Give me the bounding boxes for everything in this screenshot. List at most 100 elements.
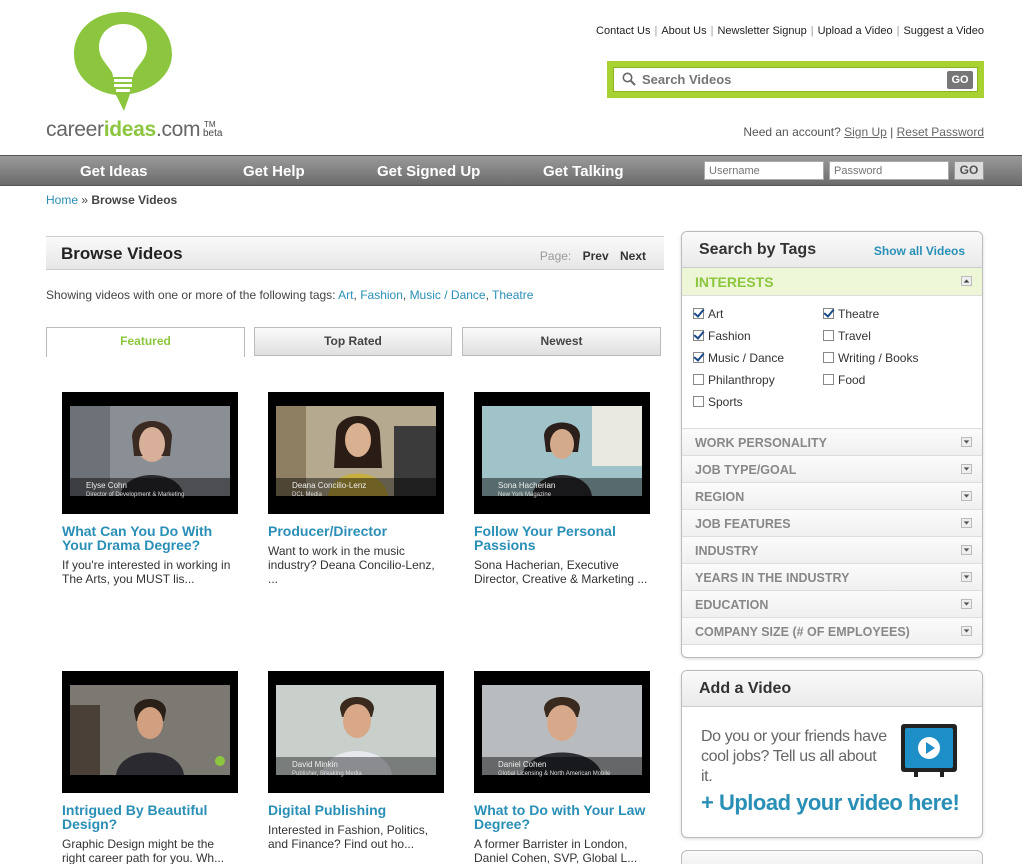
tab-newest[interactable]: Newest: [462, 327, 661, 356]
category-region[interactable]: REGION: [682, 483, 982, 510]
category-work-personality[interactable]: WORK PERSONALITY: [682, 429, 982, 456]
category-education[interactable]: EDUCATION: [682, 591, 982, 618]
video-thumbnail[interactable]: [62, 671, 238, 793]
checkbox-travel[interactable]: Travel: [823, 329, 871, 343]
checkbox-sports[interactable]: Sports: [693, 395, 743, 409]
breadcrumb-home[interactable]: Home: [46, 193, 78, 207]
login-go-button[interactable]: GO: [954, 161, 984, 180]
page-title: Browse Videos: [61, 244, 183, 263]
video-description: Interested in Fashion, Politics, and Fin…: [268, 823, 429, 851]
show-all-videos-link[interactable]: Show all Videos: [874, 244, 965, 258]
newsletter-signup-link[interactable]: Newsletter Signup: [717, 25, 806, 37]
checkbox-checked-icon[interactable]: [823, 308, 834, 319]
add-video-header: Add a Video: [682, 671, 982, 707]
video-card[interactable]: Deana Concilio-Lenz DCL Media Producer/D…: [268, 392, 444, 586]
video-title[interactable]: Intrigued By Beautiful Design?: [62, 803, 238, 831]
video-thumbnail[interactable]: Daniel Cohen Global Licensing & North Am…: [474, 671, 650, 793]
search-input[interactable]: [620, 68, 950, 91]
category-company-size[interactable]: COMPANY SIZE (# OF EMPLOYEES): [682, 618, 982, 645]
checkbox-philanthropy[interactable]: Philanthropy: [693, 373, 775, 387]
expand-arrow-icon[interactable]: [961, 572, 972, 582]
checkbox-unchecked-icon[interactable]: [693, 396, 704, 407]
nav-get-talking[interactable]: Get Talking: [543, 163, 624, 180]
video-card[interactable]: David Minkin Publisher, Breaking Media D…: [268, 671, 444, 851]
checkbox-art[interactable]: Art: [693, 307, 723, 321]
category-label: YEARS IN THE INDUSTRY: [695, 571, 850, 585]
expand-arrow-icon[interactable]: [961, 626, 972, 636]
checkbox-unchecked-icon[interactable]: [823, 352, 834, 363]
username-field[interactable]: [704, 161, 824, 180]
expand-arrow-icon[interactable]: [961, 518, 972, 528]
active-tag-music-dance[interactable]: Music / Dance: [410, 288, 486, 302]
video-thumbnail[interactable]: Deana Concilio-Lenz DCL Media: [268, 392, 444, 514]
lightbulb-logo-icon[interactable]: [72, 10, 174, 112]
checkbox-fashion[interactable]: Fashion: [693, 329, 751, 343]
main-nav: Get Ideas Get Help Get Signed Up Get Tal…: [0, 155, 1022, 186]
video-card[interactable]: Intrigued By Beautiful Design? Graphic D…: [62, 671, 238, 864]
category-label: JOB FEATURES: [695, 517, 791, 531]
checkbox-unchecked-icon[interactable]: [693, 374, 704, 385]
video-person-name: Deana Concilio-Lenz: [292, 481, 367, 490]
video-title[interactable]: Follow Your Personal Passions: [474, 524, 650, 552]
video-thumbnail[interactable]: David Minkin Publisher, Breaking Media: [268, 671, 444, 793]
contact-us-link[interactable]: Contact Us: [596, 25, 650, 37]
sign-up-link[interactable]: Sign Up: [844, 125, 887, 139]
add-video-title: Add a Video: [699, 680, 792, 697]
category-label: EDUCATION: [695, 598, 769, 612]
active-tag-art[interactable]: Art: [338, 288, 353, 302]
video-title[interactable]: What to Do with Your Law Degree?: [474, 803, 650, 831]
checkbox-checked-icon[interactable]: [693, 330, 704, 341]
expand-arrow-icon[interactable]: [961, 599, 972, 609]
upload-video-link[interactable]: + Upload your video here!: [701, 790, 960, 816]
interests-section-header[interactable]: INTERESTS: [682, 268, 982, 296]
checkbox-checked-icon[interactable]: [693, 308, 704, 319]
video-title[interactable]: Producer/Director: [268, 524, 444, 538]
checkbox-theatre[interactable]: Theatre: [823, 307, 879, 321]
video-title[interactable]: What Can You Do With Your Drama Degree?: [62, 524, 238, 552]
prev-page-link[interactable]: Prev: [583, 249, 609, 263]
expand-arrow-icon[interactable]: [961, 437, 972, 447]
expand-arrow-icon[interactable]: [961, 491, 972, 501]
checkbox-unchecked-icon[interactable]: [823, 374, 834, 385]
checkbox-food[interactable]: Food: [823, 373, 865, 387]
video-card[interactable]: Daniel Cohen Global Licensing & North Am…: [474, 671, 650, 864]
checkbox-music-dance[interactable]: Music / Dance: [693, 351, 784, 365]
category-years-in-industry[interactable]: YEARS IN THE INDUSTRY: [682, 564, 982, 591]
expand-arrow-icon[interactable]: [961, 464, 972, 474]
breadcrumb: Home » Browse Videos: [46, 193, 177, 207]
account-line: Need an account? Sign Up | Reset Passwor…: [743, 125, 984, 139]
suggest-video-link[interactable]: Suggest a Video: [903, 25, 984, 37]
upload-video-link[interactable]: Upload a Video: [818, 25, 893, 37]
video-card[interactable]: Elyse Cohn Director of Development & Mar…: [62, 392, 238, 586]
video-still: [70, 685, 230, 775]
tab-featured[interactable]: Featured: [46, 327, 245, 357]
checkbox-checked-icon[interactable]: [693, 352, 704, 363]
active-tag-theatre[interactable]: Theatre: [492, 288, 533, 302]
logo-word-career: career: [46, 118, 104, 141]
nav-get-ideas[interactable]: Get Ideas: [80, 163, 148, 180]
about-us-link[interactable]: About Us: [661, 25, 706, 37]
active-tag-fashion[interactable]: Fashion: [360, 288, 403, 302]
tab-top-rated[interactable]: Top Rated: [254, 327, 452, 356]
category-industry[interactable]: INDUSTRY: [682, 537, 982, 564]
video-thumbnail[interactable]: Sona Hacherian New York Magazine: [474, 392, 650, 514]
video-person-role: Publisher, Breaking Media: [292, 771, 362, 777]
checkbox-unchecked-icon[interactable]: [823, 330, 834, 341]
nav-get-help[interactable]: Get Help: [243, 163, 305, 180]
password-field[interactable]: [829, 161, 949, 180]
expand-arrow-icon[interactable]: [961, 545, 972, 555]
collapse-arrow-icon[interactable]: [961, 276, 972, 286]
reset-password-link[interactable]: Reset Password: [897, 125, 984, 139]
tag-search-panel: Search by Tags Show all Videos INTERESTS…: [681, 231, 983, 658]
video-card[interactable]: Sona Hacherian New York Magazine Follow …: [474, 392, 650, 586]
video-title[interactable]: Digital Publishing: [268, 803, 444, 817]
search-go-button[interactable]: GO: [947, 71, 973, 89]
video-thumbnail[interactable]: Elyse Cohn Director of Development & Mar…: [62, 392, 238, 514]
category-job-type-goal[interactable]: JOB TYPE/GOAL: [682, 456, 982, 483]
add-video-text: Do you or your friends have cool jobs? T…: [701, 728, 887, 785]
next-page-link[interactable]: Next: [620, 249, 646, 263]
nav-get-signed-up[interactable]: Get Signed Up: [377, 163, 480, 180]
checkbox-writing-books[interactable]: Writing / Books: [823, 351, 918, 365]
site-logo-text[interactable]: careerideas.com: [46, 118, 201, 142]
category-job-features[interactable]: JOB FEATURES: [682, 510, 982, 537]
